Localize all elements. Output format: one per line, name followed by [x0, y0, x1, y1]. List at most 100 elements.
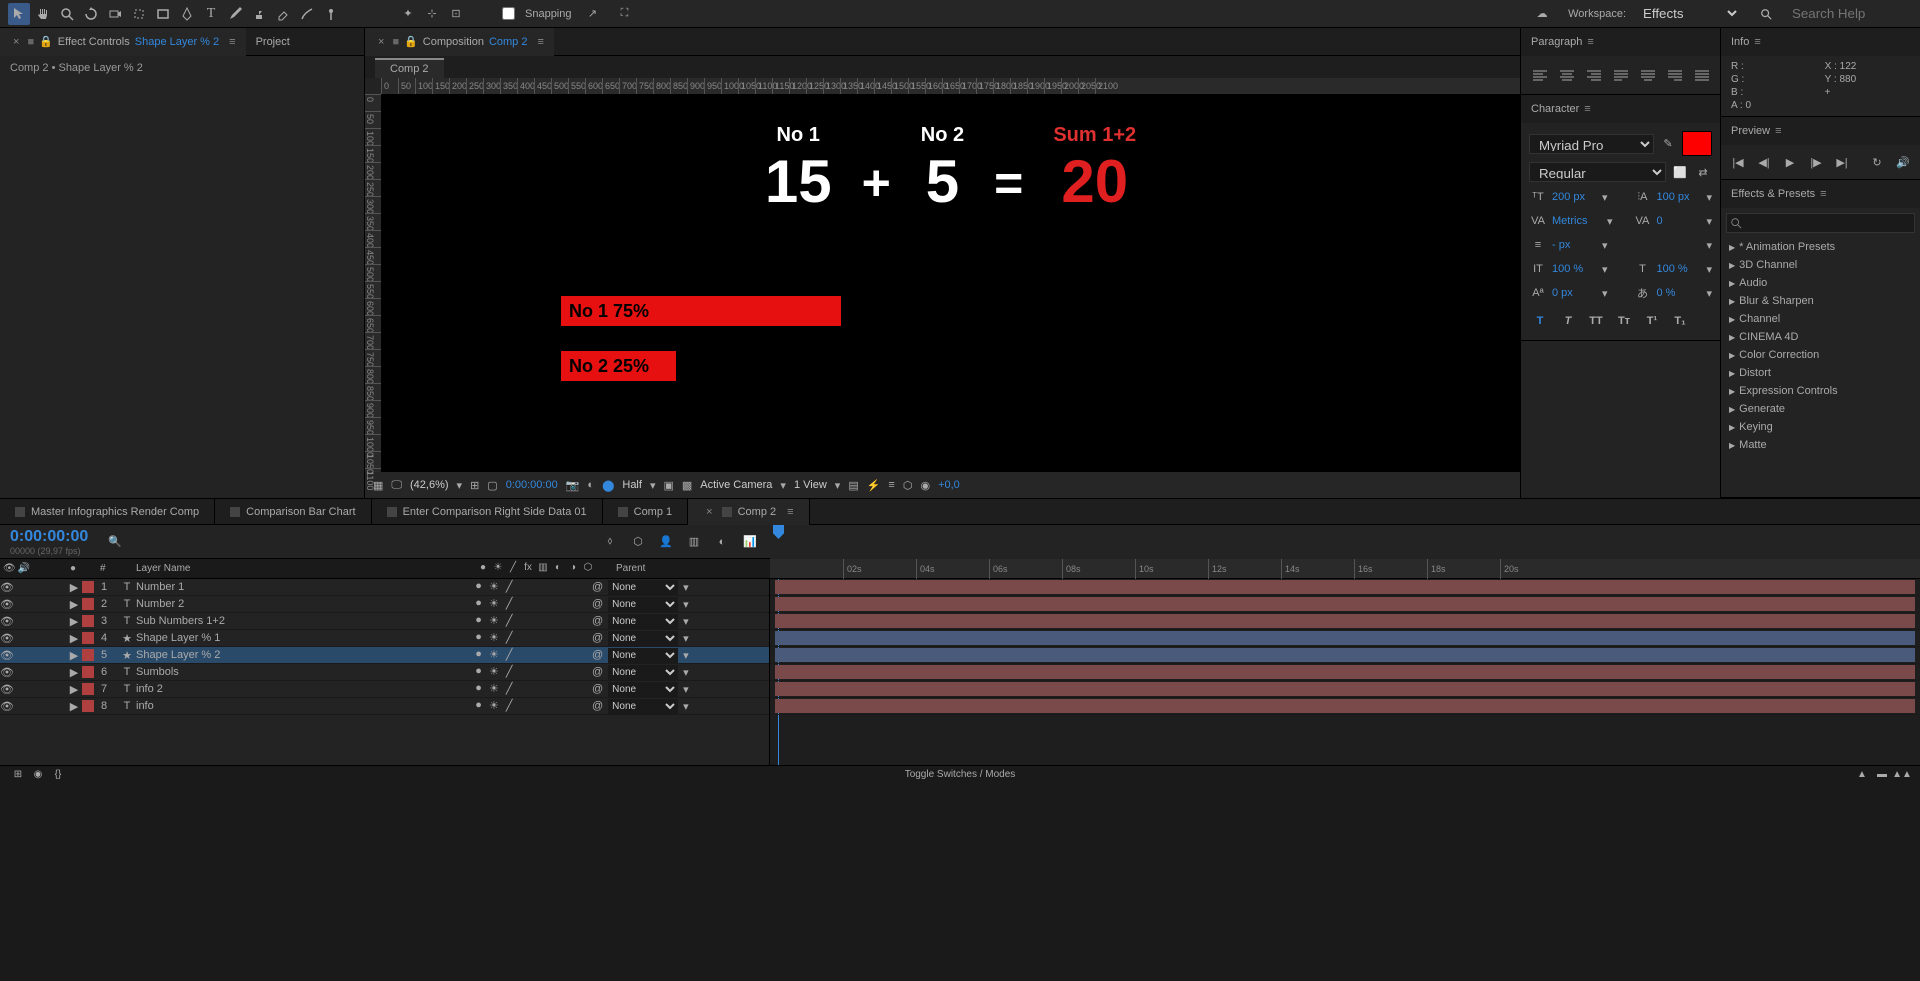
pan-behind-tool[interactable]	[128, 3, 150, 25]
pickwhip-icon[interactable]: @	[592, 649, 603, 661]
pickwhip-icon[interactable]: @	[592, 615, 603, 627]
leading-input[interactable]	[1656, 191, 1701, 203]
quality-switch[interactable]: ╱	[503, 665, 516, 679]
quality-switch[interactable]: ╱	[503, 614, 516, 628]
chevron-down-icon[interactable]: ▾	[683, 615, 689, 628]
workspace-select[interactable]: Effects	[1634, 3, 1740, 24]
track-bar[interactable]	[770, 664, 1920, 681]
align-right-button[interactable]	[1583, 64, 1604, 86]
font-family-select[interactable]: Myriad Pro	[1529, 134, 1654, 154]
effect-category[interactable]: ▶* Animation Presets	[1721, 238, 1920, 256]
axis-world-icon[interactable]: ⊹	[421, 3, 443, 25]
collapse-switch[interactable]: ☀	[487, 682, 500, 696]
track-area[interactable]	[770, 579, 1920, 765]
eyedropper-icon[interactable]: ✎	[1659, 135, 1677, 153]
character-panel-header[interactable]: Character ≡	[1521, 95, 1720, 123]
comp-mini-flowchart-icon[interactable]: ⬨	[600, 532, 620, 552]
shy-switch[interactable]: ●	[472, 631, 485, 645]
track-bar[interactable]	[770, 698, 1920, 715]
pickwhip-icon[interactable]: @	[592, 581, 603, 593]
vscale-input[interactable]	[1552, 263, 1597, 275]
search-icon[interactable]: 🔍	[108, 535, 122, 548]
panel-menu-icon[interactable]: ≡	[787, 506, 793, 518]
channel-icon[interactable]: ⬤	[602, 479, 614, 492]
collapse-switch[interactable]: ☀	[487, 597, 500, 611]
selection-tool[interactable]	[8, 3, 30, 25]
collapse-switch-icon[interactable]: ☀	[491, 562, 505, 576]
timeline-tab[interactable]: ×Comp 2≡	[688, 499, 809, 525]
layer-duration-bar[interactable]	[775, 699, 1915, 713]
chevron-down-icon[interactable]: ▾	[780, 479, 786, 492]
shy-switch[interactable]: ●	[472, 580, 485, 594]
last-frame-button[interactable]: ▶|	[1833, 153, 1851, 171]
video-col-icon[interactable]: 👁	[3, 563, 16, 574]
zoom-out-slider-icon[interactable]: ▲	[1852, 765, 1872, 785]
fx-switch-icon[interactable]: fx	[521, 562, 535, 576]
effect-category[interactable]: ▶Color Correction	[1721, 346, 1920, 364]
track-bar[interactable]	[770, 579, 1920, 596]
layer-name[interactable]: Number 2	[132, 598, 472, 610]
chevron-down-icon[interactable]: ▾	[683, 649, 689, 662]
first-frame-button[interactable]: |◀	[1729, 153, 1747, 171]
layer-name[interactable]: info	[132, 700, 472, 712]
expand-arrow-icon[interactable]: ▶	[68, 632, 80, 645]
hide-shy-icon[interactable]: 👤	[656, 532, 676, 552]
composition-tab[interactable]: × ■ 🔒 Composition Comp 2 ≡	[365, 28, 554, 56]
toggle-in-out-icon[interactable]: {}	[48, 765, 68, 785]
show-snapshot-icon[interactable]: ◐	[587, 479, 594, 491]
video-toggle[interactable]: 👁	[0, 632, 12, 645]
layer-duration-bar[interactable]	[775, 665, 1915, 679]
snapshot-icon[interactable]: 📷	[566, 479, 580, 492]
expand-arrow-icon[interactable]: ▶	[68, 666, 80, 679]
chevron-down-icon[interactable]: ▾	[650, 479, 656, 492]
exposure-reset-icon[interactable]: ◉	[920, 479, 930, 492]
justify-left-button[interactable]	[1610, 64, 1631, 86]
panel-menu-icon[interactable]: ≡	[1820, 188, 1826, 200]
layer-row[interactable]: 👁▶3TSub Numbers 1+2●☀╱@None▾	[0, 613, 769, 630]
effect-category[interactable]: ▶Expression Controls	[1721, 382, 1920, 400]
track-bar[interactable]	[770, 647, 1920, 664]
justify-right-button[interactable]	[1664, 64, 1685, 86]
snap-option2-icon[interactable]: ⛶	[614, 3, 636, 25]
parent-dropdown[interactable]: None	[608, 648, 678, 663]
layer-color-label[interactable]	[82, 649, 94, 661]
search-help-input[interactable]	[1792, 6, 1912, 21]
pickwhip-icon[interactable]: @	[592, 700, 603, 712]
effects-presets-header[interactable]: Effects & Presets ≡	[1721, 180, 1920, 208]
toggle-switches-label[interactable]: Toggle Switches / Modes	[68, 769, 1852, 780]
panel-menu-icon[interactable]: ≡	[229, 36, 235, 48]
motion-blur-icon[interactable]: ◐	[712, 532, 732, 552]
brush-tool[interactable]	[224, 3, 246, 25]
track-bar[interactable]	[770, 613, 1920, 630]
frame-blend-icon[interactable]: ▥	[684, 532, 704, 552]
layer-name[interactable]: Shape Layer % 2	[132, 649, 472, 661]
expand-arrow-icon[interactable]: ▶	[68, 700, 80, 713]
layer-duration-bar[interactable]	[775, 631, 1915, 645]
layer-color-label[interactable]	[82, 666, 94, 678]
all-caps-button[interactable]: TT	[1585, 310, 1607, 332]
quality-switch-icon[interactable]: ╱	[506, 562, 520, 576]
video-toggle[interactable]: 👁	[0, 615, 12, 628]
loop-button[interactable]: ↻	[1868, 153, 1886, 171]
quality-switch[interactable]: ╱	[503, 648, 516, 662]
fill-color-swatch[interactable]	[1682, 131, 1712, 156]
layer-duration-bar[interactable]	[775, 614, 1915, 628]
kerning-input[interactable]	[1552, 215, 1602, 227]
exposure-value[interactable]: +0,0	[938, 479, 960, 491]
layer-duration-bar[interactable]	[775, 597, 1915, 611]
effect-category[interactable]: ▶Distort	[1721, 364, 1920, 382]
layer-duration-bar[interactable]	[775, 682, 1915, 696]
video-toggle[interactable]: 👁	[0, 649, 12, 662]
layer-name[interactable]: info 2	[132, 683, 472, 695]
flowchart-icon[interactable]: ⬡	[903, 479, 913, 492]
roi-icon[interactable]: ▣	[663, 479, 673, 492]
layer-row[interactable]: 👁▶4★Shape Layer % 1●☀╱@None▾	[0, 630, 769, 647]
shy-switch[interactable]: ●	[472, 614, 485, 628]
expand-arrow-icon[interactable]: ▶	[68, 615, 80, 628]
track-bar[interactable]	[770, 681, 1920, 698]
time-ruler[interactable]: 02s04s06s08s10s12s14s16s18s20s	[770, 559, 1920, 579]
parent-dropdown[interactable]: None	[608, 614, 678, 629]
pickwhip-icon[interactable]: @	[592, 666, 603, 678]
quality-switch[interactable]: ╱	[503, 597, 516, 611]
effect-category[interactable]: ▶Blur & Sharpen	[1721, 292, 1920, 310]
